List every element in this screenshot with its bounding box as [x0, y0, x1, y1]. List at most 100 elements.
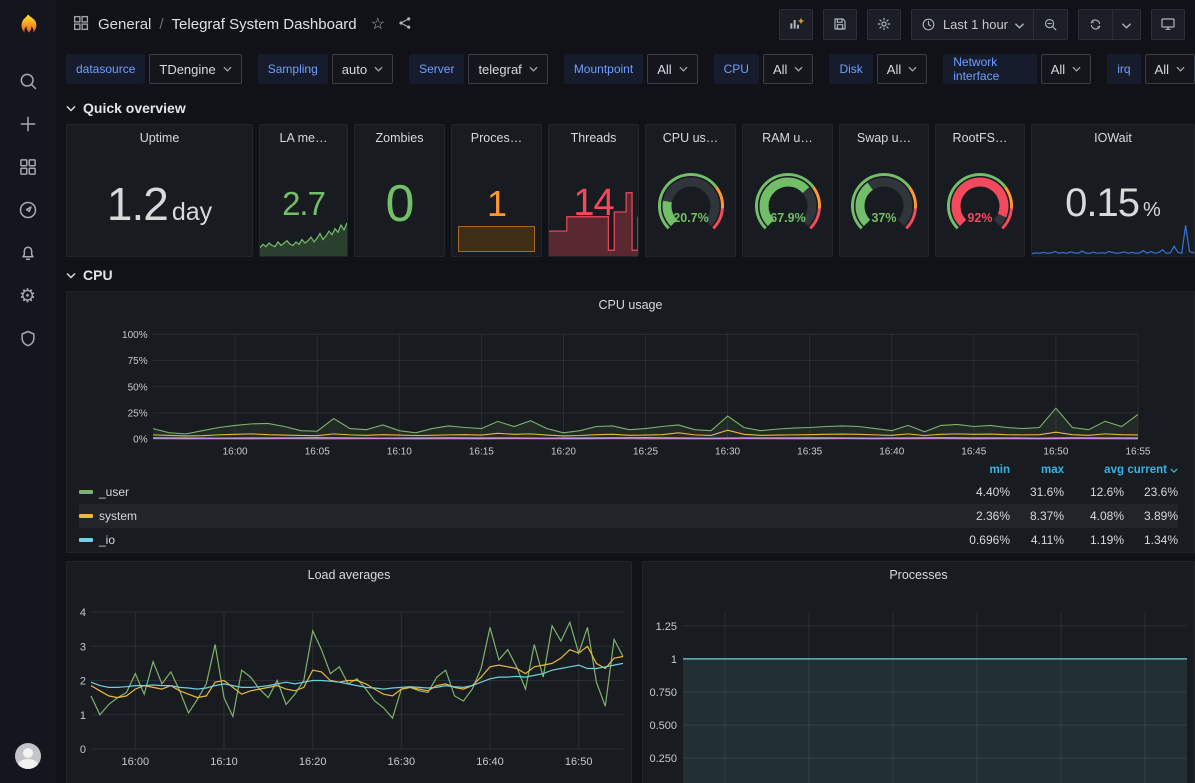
svg-text:16:10: 16:10 [387, 447, 412, 458]
variable-value-dropdown[interactable]: auto [332, 54, 393, 84]
legend-series-toggle[interactable]: system [79, 509, 952, 523]
panel-title[interactable]: RootFS… [936, 125, 1024, 151]
variable-label[interactable]: Network interface [943, 54, 1037, 84]
refresh-interval-dropdown[interactable] [1112, 10, 1140, 39]
clock-icon [921, 17, 936, 32]
cpu-usage-chart: 0%25%50%75%100%16:0016:0516:1016:1516:20… [67, 318, 1194, 460]
grafana-logo-icon[interactable] [13, 12, 43, 42]
panel-title[interactable]: Zombies [355, 125, 444, 151]
row-toggle-cpu[interactable]: CPU [66, 263, 1195, 287]
svg-text:16:45: 16:45 [961, 447, 986, 458]
save-dashboard-button[interactable] [823, 9, 857, 40]
variable-network-interface: Network interfaceAll [943, 54, 1091, 84]
variable-value-dropdown[interactable]: telegraf [468, 54, 547, 84]
panel-uptime: Uptime 1.2day [66, 124, 253, 257]
variable-label[interactable]: Sampling [258, 54, 328, 84]
star-icon[interactable]: ☆ [371, 14, 385, 34]
zoom-out-time-button[interactable] [1033, 10, 1067, 39]
legend-avg: 12.6% [1064, 485, 1124, 499]
svg-text:16:35: 16:35 [797, 447, 822, 458]
row-title: Quick overview [83, 100, 186, 116]
refresh-button[interactable] [1079, 10, 1112, 39]
stat-value: 0 [386, 174, 414, 234]
gauge: 20.7% [653, 172, 729, 236]
dashboards-icon[interactable] [17, 156, 39, 178]
panel-title[interactable]: Load averages [67, 562, 631, 588]
variable-value-dropdown[interactable]: All [647, 54, 697, 84]
panel-iowait: IOWait 0.15% [1031, 124, 1195, 257]
chevron-down-icon [1122, 17, 1131, 32]
user-avatar[interactable] [15, 743, 41, 769]
chevron-down-icon [66, 105, 76, 112]
share-icon[interactable] [393, 15, 413, 34]
panel-title[interactable]: RAM u… [743, 125, 832, 151]
time-range-picker[interactable]: Last 1 hour [912, 10, 1033, 39]
legend-row: system2.36%8.37%4.08%3.89% [79, 504, 1178, 528]
legend-sort-min[interactable]: min [952, 464, 1010, 476]
variable-label[interactable]: CPU [714, 54, 759, 84]
svg-text:16:40: 16:40 [879, 447, 904, 458]
variable-value-dropdown[interactable]: All [1041, 54, 1091, 84]
sidebar: ⚙ [0, 0, 56, 783]
svg-text:16:00: 16:00 [122, 756, 150, 768]
panel-title[interactable]: Threads [549, 125, 638, 151]
add-icon[interactable] [17, 113, 39, 135]
variable-label[interactable]: irq [1107, 54, 1140, 84]
series-color-swatch [79, 538, 93, 542]
row-toggle-quick-overview[interactable]: Quick overview [66, 96, 1195, 120]
legend-sort-avg[interactable]: avg [1064, 464, 1124, 476]
legend-max: 8.37% [1010, 509, 1064, 523]
variable-label[interactable]: Disk [829, 54, 872, 84]
stat-value: 1.2day [107, 177, 212, 231]
configuration-gear-icon[interactable]: ⚙ [17, 285, 39, 307]
dashboard-settings-button[interactable] [867, 9, 901, 40]
svg-text:50%: 50% [128, 382, 148, 393]
legend-series-toggle[interactable]: _io [79, 533, 952, 547]
refresh-group [1078, 9, 1141, 40]
legend-min: 2.36% [952, 509, 1010, 523]
panel-title[interactable]: IOWait [1032, 125, 1194, 151]
panel-title[interactable]: Uptime [67, 125, 252, 151]
variable-label[interactable]: Mountpoint [564, 54, 643, 84]
panel-title[interactable]: Processes [643, 562, 1194, 588]
variable-value-dropdown[interactable]: TDengine [149, 54, 241, 84]
variable-disk: DiskAll [829, 54, 927, 84]
explore-compass-icon[interactable] [17, 199, 39, 221]
svg-text:2: 2 [80, 676, 86, 688]
svg-text:16:00: 16:00 [223, 447, 248, 458]
variable-value-dropdown[interactable]: All [1145, 54, 1195, 84]
variable-server: Servertelegraf [409, 54, 548, 84]
breadcrumb-folder[interactable]: General [98, 16, 151, 33]
legend-sort-max[interactable]: max [1010, 464, 1064, 476]
alerting-bell-icon[interactable] [17, 242, 39, 264]
variable-value-dropdown[interactable]: All [763, 54, 813, 84]
panel-load-average: LA me… 2.7 [259, 124, 348, 257]
panel-title[interactable]: Proces… [452, 125, 541, 151]
panel-title[interactable]: Swap u… [840, 125, 928, 151]
variable-label[interactable]: Server [409, 54, 464, 84]
variable-cpu: CPUAll [714, 54, 814, 84]
svg-text:3: 3 [80, 641, 86, 653]
svg-text:16:20: 16:20 [551, 447, 576, 458]
chevron-down-icon [908, 66, 917, 72]
cycle-view-mode-button[interactable] [1151, 9, 1185, 40]
svg-text:16:25: 16:25 [633, 447, 658, 458]
search-icon[interactable] [17, 70, 39, 92]
panel-title[interactable]: LA me… [260, 125, 347, 151]
series-color-swatch [79, 514, 93, 518]
gauge: 67.9% [750, 172, 826, 236]
legend-sort-current[interactable]: current [1124, 464, 1178, 476]
svg-text:67.9%: 67.9% [770, 211, 805, 225]
dashboard-title[interactable]: Telegraf System Dashboard [172, 16, 357, 33]
svg-text:16:30: 16:30 [715, 447, 740, 458]
time-picker-group: Last 1 hour [911, 9, 1068, 40]
server-admin-shield-icon[interactable] [17, 328, 39, 350]
panel-title[interactable]: CPU usage [67, 292, 1194, 318]
panel-title[interactable]: CPU us… [646, 125, 735, 151]
variable-label[interactable]: datasource [66, 54, 145, 84]
legend-series-toggle[interactable]: _user [79, 485, 952, 499]
add-panel-button[interactable] [779, 9, 813, 40]
svg-text:0.500: 0.500 [649, 720, 677, 732]
chart-legend: min max avg current _user4.40%31.6%12.6%… [67, 460, 1194, 552]
variable-value-dropdown[interactable]: All [877, 54, 927, 84]
